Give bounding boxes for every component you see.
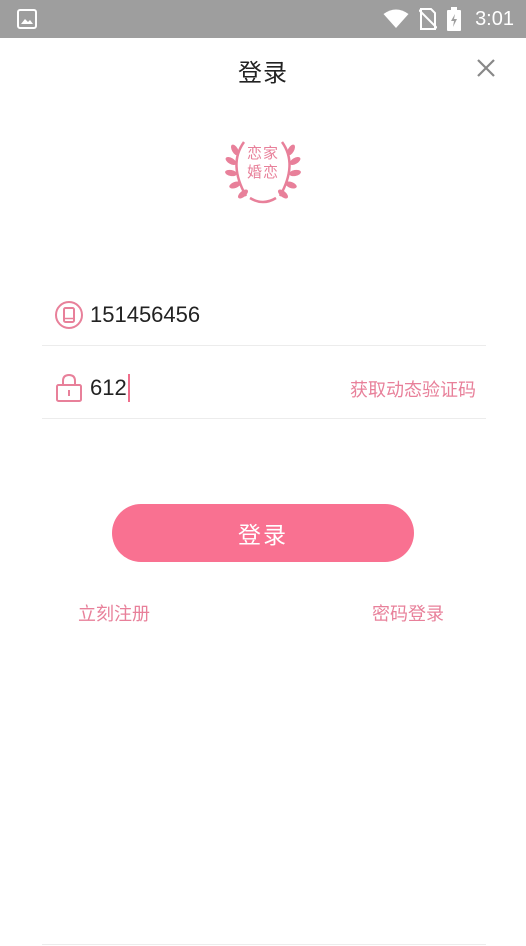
phone-icon — [55, 301, 83, 329]
logo-text: 恋家婚恋 — [246, 144, 279, 181]
status-icons: 3:01 — [383, 0, 514, 38]
register-link[interactable]: 立刻注册 — [78, 600, 150, 626]
gallery-icon — [17, 9, 37, 29]
app-logo: 恋家婚恋 — [222, 134, 304, 208]
password-login-link[interactable]: 密码登录 — [372, 600, 444, 626]
login-button[interactable]: 登录 — [112, 504, 414, 562]
phone-input[interactable] — [90, 299, 330, 331]
wifi-icon — [383, 9, 409, 28]
status-bar: 3:01 — [0, 0, 526, 38]
text-cursor — [128, 374, 130, 402]
code-row: 获取动态验证码 — [42, 362, 486, 419]
lock-icon — [56, 373, 82, 402]
close-icon[interactable] — [474, 56, 498, 80]
bottom-divider — [42, 944, 486, 945]
phone-row — [42, 289, 486, 346]
status-time: 3:01 — [475, 7, 514, 30]
header: 登录 — [0, 38, 526, 100]
page-title: 登录 — [238, 59, 288, 87]
battery-icon — [447, 7, 462, 31]
get-code-button[interactable]: 获取动态验证码 — [350, 376, 476, 402]
code-input[interactable] — [90, 372, 330, 404]
no-sim-icon — [419, 8, 438, 30]
